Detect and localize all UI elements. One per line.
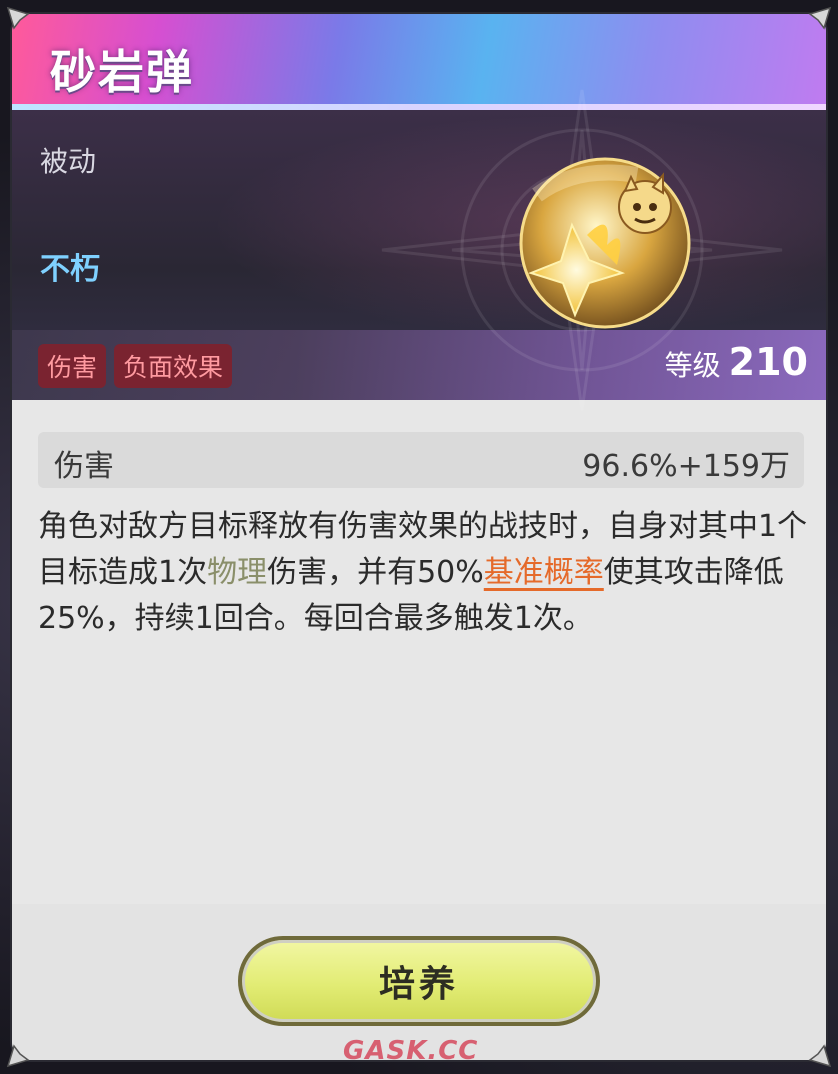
skill-level: 等级 210 xyxy=(665,340,808,384)
train-button[interactable]: 培养 xyxy=(238,936,600,1026)
keyword-base-chance[interactable]: 基准概率 xyxy=(484,555,604,590)
corner-ornament-icon xyxy=(6,6,30,30)
skill-tags: 伤害 负面效果 xyxy=(38,344,233,388)
skill-card: 砂岩弹 被动 不朽 伤害 负面效果 等级 210 伤害 96.6%+159万 角… xyxy=(12,14,826,1060)
skill-path-label: 不朽 xyxy=(40,252,100,287)
corner-ornament-icon xyxy=(808,1044,832,1068)
skill-icon[interactable] xyxy=(517,155,693,331)
level-label: 等级 xyxy=(664,349,721,382)
tag-debuff: 负面效果 xyxy=(114,344,233,388)
stat-row-damage: 伤害 96.6%+159万 xyxy=(38,432,804,488)
skill-title: 砂岩弹 xyxy=(50,45,194,99)
stat-name: 伤害 xyxy=(54,449,114,484)
skill-type-label: 被动 xyxy=(40,145,97,178)
skill-description: 角色对敌方目标释放有伤害效果的战技时，自身对其中1个目标造成1次物理伤害，并有5… xyxy=(38,504,808,642)
corner-ornament-icon xyxy=(808,6,832,30)
tag-damage: 伤害 xyxy=(38,344,107,388)
level-value: 210 xyxy=(728,340,808,384)
corner-ornament-icon xyxy=(6,1044,30,1068)
desc-part-2: 伤害，并有50% xyxy=(267,555,484,590)
watermark: GASK.CC xyxy=(343,1036,479,1066)
stat-value: 96.6%+159万 xyxy=(582,449,790,484)
keyword-physical: 物理 xyxy=(207,555,268,590)
skill-hero-panel: 被动 不朽 伤害 负面效果 等级 210 xyxy=(12,89,826,411)
